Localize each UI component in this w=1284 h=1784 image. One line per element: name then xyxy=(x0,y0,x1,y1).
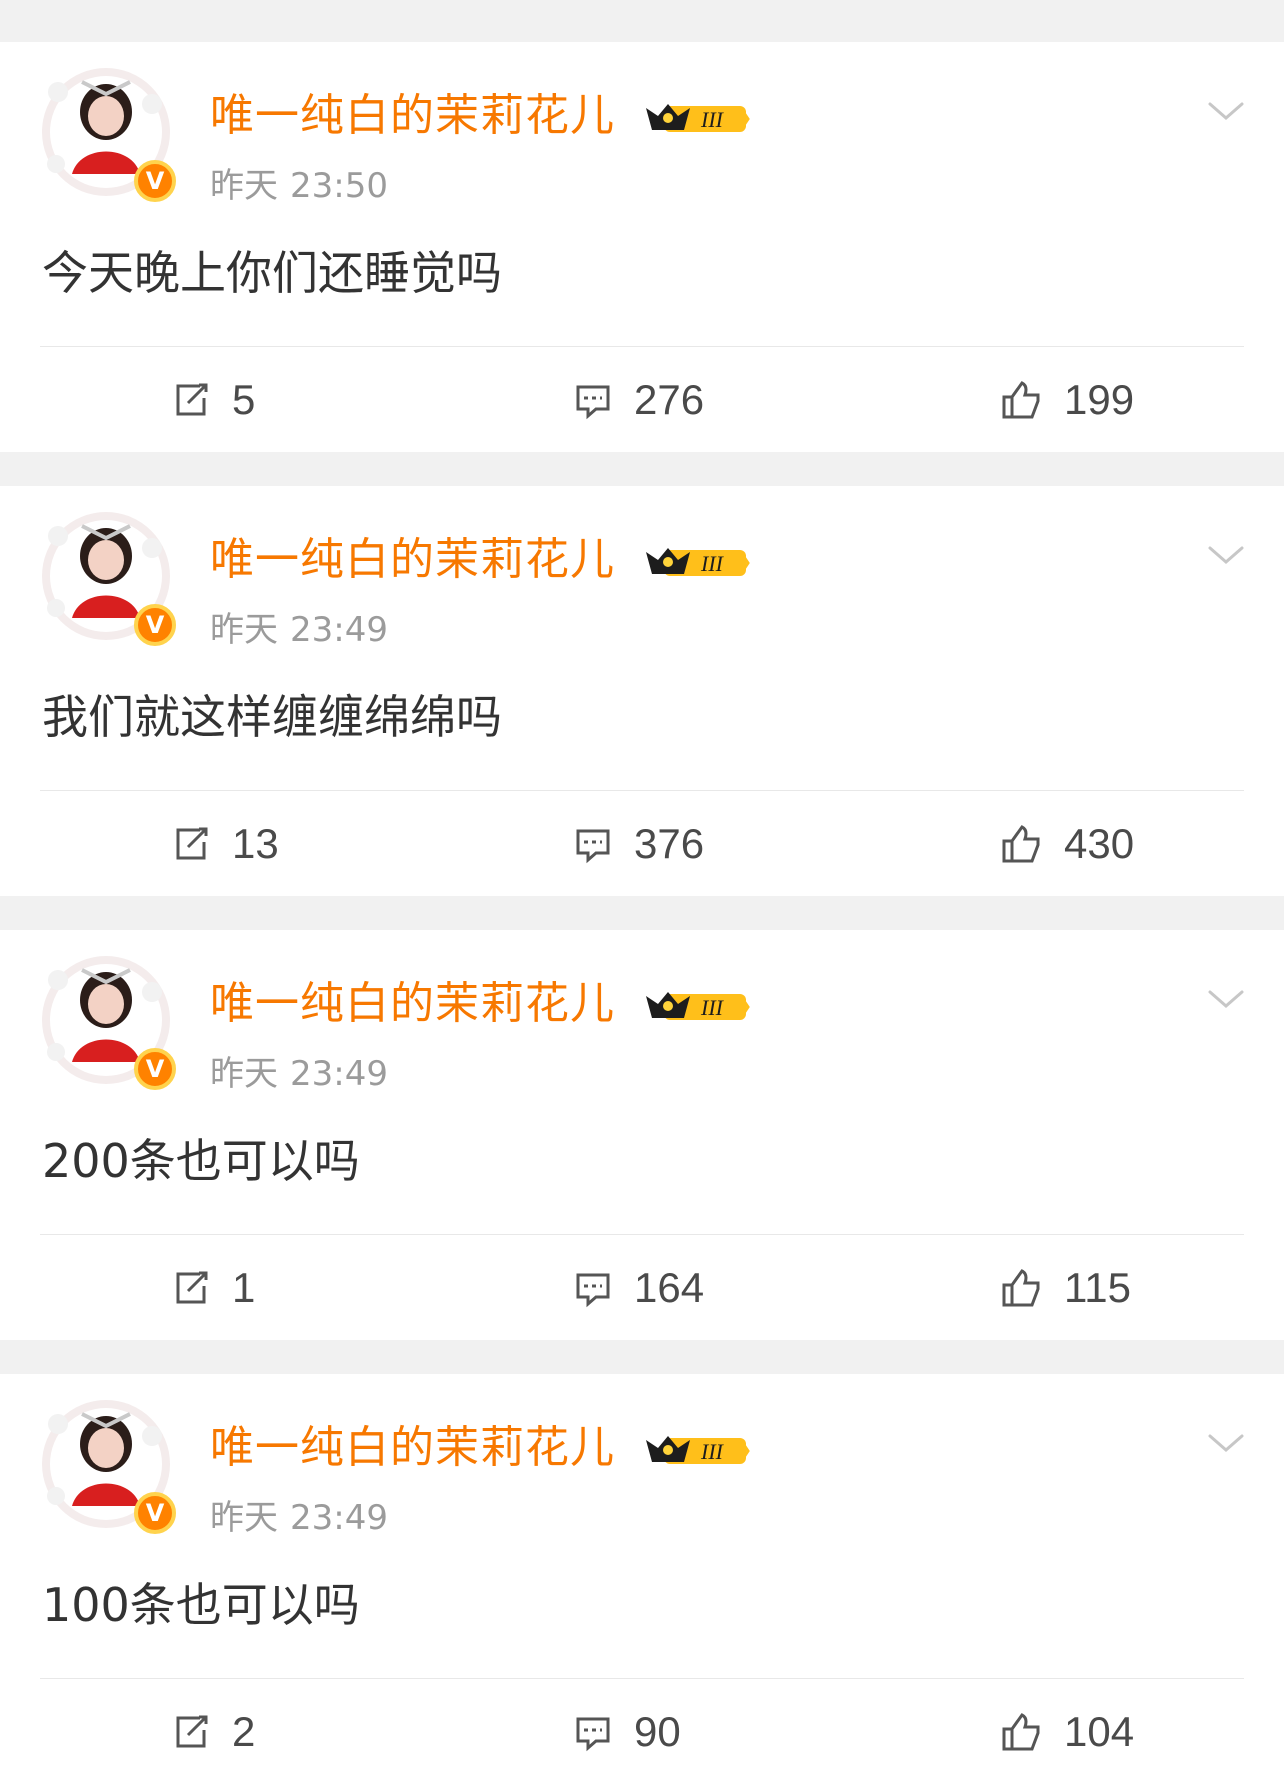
time-clock: 23:49 xyxy=(290,1054,388,1094)
thumbs-up-icon xyxy=(1002,380,1040,418)
avatar[interactable]: V xyxy=(38,1396,176,1534)
repost-count: 2 xyxy=(232,1707,256,1755)
repost-icon xyxy=(176,383,208,415)
post-card[interactable]: V 唯一纯白的茉莉花儿 III 昨天 23:49 我们就这样缠缠绵绵吗 13 3… xyxy=(0,486,1284,896)
comment-button[interactable]: 164 xyxy=(572,1235,704,1340)
repost-count: 5 xyxy=(232,375,256,423)
timestamp: 昨天 23:49 xyxy=(210,1501,388,1535)
verified-v-icon: V xyxy=(134,604,176,646)
comment-icon xyxy=(576,829,610,863)
comment-count: 276 xyxy=(634,375,705,423)
member-level: III xyxy=(700,995,725,1020)
crown-badge-icon[interactable]: III xyxy=(636,986,752,1028)
time-day: 昨天 xyxy=(210,610,278,650)
avatar[interactable]: V xyxy=(38,508,176,646)
time-day: 昨天 xyxy=(210,1054,278,1094)
username[interactable]: 唯一纯白的茉莉花儿 xyxy=(210,538,615,582)
action-bar: 1 164 115 xyxy=(0,1235,1284,1340)
like-count: 104 xyxy=(1064,1707,1135,1755)
thumbs-up-icon xyxy=(1002,1712,1040,1750)
action-bar: 5 276 199 xyxy=(0,347,1284,452)
verified-v-icon: V xyxy=(134,160,176,202)
post-text[interactable]: 今天晚上你们还睡觉吗 xyxy=(42,250,502,296)
repost-icon xyxy=(176,827,208,859)
chevron-down-icon[interactable] xyxy=(1206,986,1246,1014)
comment-count: 164 xyxy=(634,1263,705,1311)
like-count: 115 xyxy=(1064,1263,1131,1311)
like-button[interactable]: 199 xyxy=(998,347,1134,452)
repost-button[interactable]: 2 xyxy=(170,1679,255,1784)
comment-icon xyxy=(576,385,610,419)
like-button[interactable]: 115 xyxy=(998,1235,1131,1340)
avatar[interactable]: V xyxy=(38,64,176,202)
comment-icon xyxy=(576,1273,610,1307)
username[interactable]: 唯一纯白的茉莉花儿 xyxy=(210,982,615,1026)
repost-icon xyxy=(176,1271,208,1303)
like-count: 430 xyxy=(1064,819,1135,867)
comment-button[interactable]: 276 xyxy=(572,347,704,452)
repost-button[interactable]: 13 xyxy=(170,791,279,896)
member-level: III xyxy=(700,551,725,576)
post-card[interactable]: V 唯一纯白的茉莉花儿 III 昨天 23:50 今天晚上你们还睡觉吗 5 27… xyxy=(0,42,1284,452)
comment-button[interactable]: 376 xyxy=(572,791,704,896)
comment-icon xyxy=(576,1717,610,1751)
action-bar: 2 90 104 xyxy=(0,1679,1284,1784)
timestamp: 昨天 23:49 xyxy=(210,1057,388,1091)
member-level: III xyxy=(700,1439,725,1464)
time-day: 昨天 xyxy=(210,166,278,206)
chevron-down-icon[interactable] xyxy=(1206,98,1246,126)
repost-button[interactable]: 5 xyxy=(170,347,255,452)
comment-count: 376 xyxy=(634,819,705,867)
time-clock: 23:49 xyxy=(290,1498,388,1538)
weibo-feed: V 唯一纯白的茉莉花儿 III 昨天 23:50 今天晚上你们还睡觉吗 5 27… xyxy=(0,0,1284,1784)
post-text[interactable]: 我们就这样缠缠绵绵吗 xyxy=(42,694,502,740)
repost-icon xyxy=(176,1715,208,1747)
thumbs-up-icon xyxy=(1002,824,1040,862)
post-text[interactable]: 200条也可以吗 xyxy=(42,1138,360,1184)
chevron-down-icon[interactable] xyxy=(1206,1430,1246,1458)
crown-badge-icon[interactable]: III xyxy=(636,542,752,584)
like-count: 199 xyxy=(1064,375,1135,423)
comment-count: 90 xyxy=(634,1707,681,1755)
repost-count: 13 xyxy=(232,819,279,867)
time-clock: 23:49 xyxy=(290,610,388,650)
action-bar: 13 376 430 xyxy=(0,791,1284,896)
crown-badge-icon[interactable]: III xyxy=(636,1430,752,1472)
chevron-down-icon[interactable] xyxy=(1206,542,1246,570)
repost-button[interactable]: 1 xyxy=(170,1235,255,1340)
crown-badge-icon[interactable]: III xyxy=(636,98,752,140)
post-card[interactable]: V 唯一纯白的茉莉花儿 III 昨天 23:49 100条也可以吗 2 90 1… xyxy=(0,1374,1284,1784)
verified-v-icon: V xyxy=(134,1492,176,1534)
verified-v-icon: V xyxy=(134,1048,176,1090)
like-button[interactable]: 430 xyxy=(998,791,1134,896)
timestamp: 昨天 23:49 xyxy=(210,613,388,647)
repost-count: 1 xyxy=(232,1263,256,1311)
like-button[interactable]: 104 xyxy=(998,1679,1134,1784)
comment-button[interactable]: 90 xyxy=(572,1679,681,1784)
username[interactable]: 唯一纯白的茉莉花儿 xyxy=(210,1426,615,1470)
time-day: 昨天 xyxy=(210,1498,278,1538)
timestamp: 昨天 23:50 xyxy=(210,169,388,203)
username[interactable]: 唯一纯白的茉莉花儿 xyxy=(210,94,615,138)
thumbs-up-icon xyxy=(1002,1268,1040,1306)
member-level: III xyxy=(700,107,725,132)
post-text[interactable]: 100条也可以吗 xyxy=(42,1582,360,1628)
time-clock: 23:50 xyxy=(290,166,388,206)
avatar[interactable]: V xyxy=(38,952,176,1090)
post-card[interactable]: V 唯一纯白的茉莉花儿 III 昨天 23:49 200条也可以吗 1 164 … xyxy=(0,930,1284,1340)
